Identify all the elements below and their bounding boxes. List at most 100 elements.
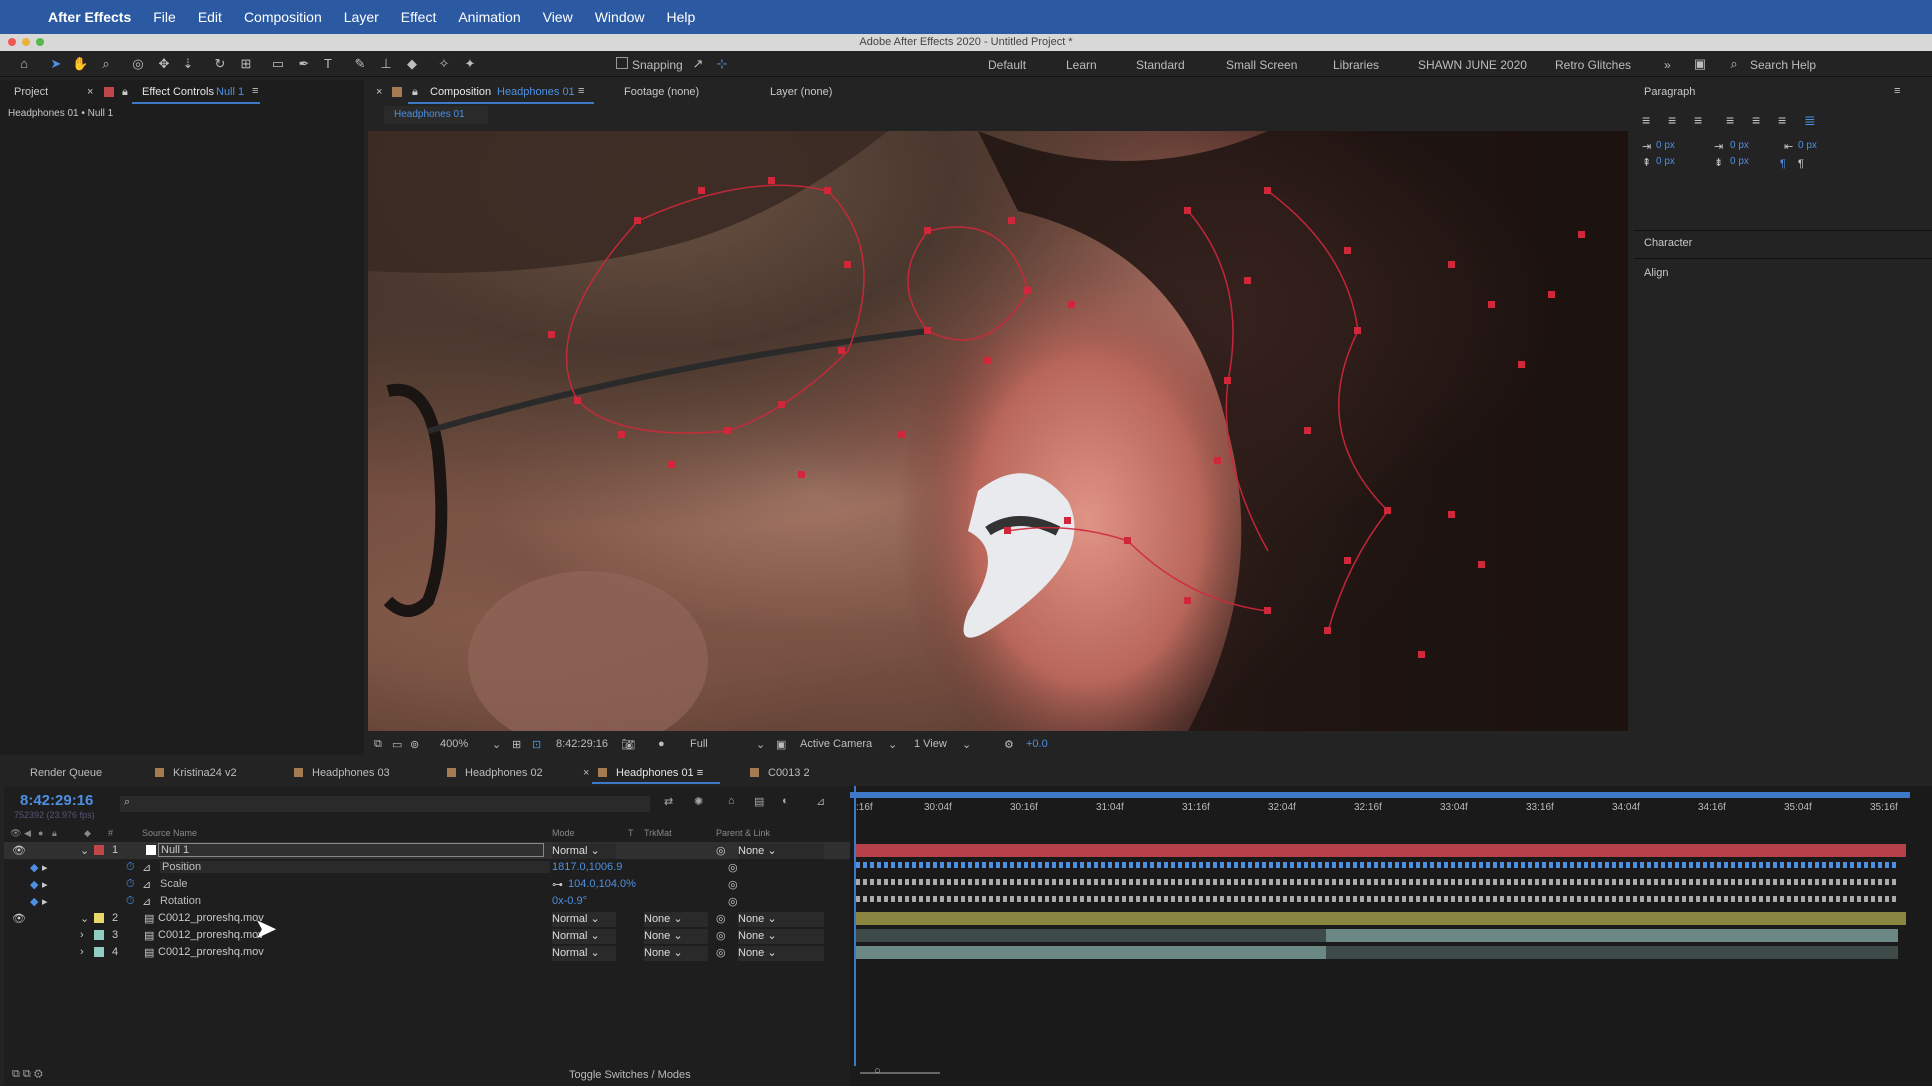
graph-icon[interactable]: ⊿ <box>142 861 151 874</box>
clone-tool-icon[interactable]: ⊥ <box>378 56 394 72</box>
layer-row-2[interactable]: 👁︎ ⌄ 2 ▤ C0012_proreshq.mov Normal ⌄ Non… <box>4 910 850 927</box>
expand-chevron-icon[interactable]: ⌄ <box>80 844 89 857</box>
tab-headphones-01[interactable]: Headphones 01 ≡ <box>598 767 703 779</box>
layer-row-3[interactable]: › 3 ▤ C0012_proreshq.mov Normal ⌄ None ⌄… <box>4 927 850 944</box>
menu-layer[interactable]: Layer <box>344 9 379 25</box>
views-dropdown[interactable]: 1 View <box>914 738 947 750</box>
trkmat-dropdown[interactable]: None ⌄ <box>644 946 708 961</box>
nav-icon[interactable]: ▸ <box>42 861 48 874</box>
roi-icon[interactable]: ▣ <box>776 738 786 751</box>
hand-tool-icon[interactable]: ✋ <box>72 56 88 72</box>
snapshot-icon[interactable]: 📷︎ <box>621 738 635 751</box>
views-chevron-icon[interactable]: ⌄ <box>962 738 971 751</box>
shy-icon[interactable]: ⌂ <box>728 795 735 807</box>
workspace-libraries[interactable]: Libraries <box>1333 58 1379 72</box>
timeline-tracks[interactable]: :16f 30:04f 30:16f 31:04f 31:16f 32:04f … <box>850 786 1932 1086</box>
indent-first-value[interactable]: 0 px <box>1730 140 1749 151</box>
minimize-icon[interactable] <box>22 38 30 46</box>
stopwatch-icon[interactable]: ⏱︎ <box>126 861 135 874</box>
layer-row-4[interactable]: › 4 ▤ C0012_proreshq.mov Normal ⌄ None ⌄… <box>4 944 850 961</box>
layer-bar-3b[interactable] <box>1326 929 1898 942</box>
zoom-slider[interactable] <box>860 1072 940 1074</box>
zoom-slider-handle-icon[interactable]: ○ <box>874 1065 881 1077</box>
mode-dropdown[interactable]: Normal ⌄ <box>552 929 616 944</box>
time-ruler[interactable]: :16f 30:04f 30:16f 31:04f 31:16f 32:04f … <box>850 798 1932 816</box>
graph-icon[interactable]: ⊿ <box>142 878 151 891</box>
layer-name[interactable]: C0012_proreshq.mov <box>158 929 264 941</box>
tab-render-queue[interactable]: Render Queue <box>30 767 102 779</box>
eraser-tool-icon[interactable]: ◆ <box>404 56 420 72</box>
pickwhip-icon[interactable]: ◎ <box>716 912 726 925</box>
stopwatch-icon[interactable]: ⏱︎ <box>126 878 135 891</box>
workspace-menu-icon[interactable]: ▣ <box>1692 56 1708 72</box>
anchor-tool-icon[interactable]: ⊞ <box>238 56 254 72</box>
tab-headphones-02[interactable]: Headphones 02 <box>447 767 543 779</box>
eye-icon[interactable]: 👁︎ <box>12 844 26 857</box>
color-icon[interactable]: ● <box>658 738 665 750</box>
exposure-value[interactable]: +0.0 <box>1026 738 1048 750</box>
frame-blend-icon[interactable]: ▤ <box>754 795 764 808</box>
pickwhip-icon[interactable]: ◎ <box>716 929 726 942</box>
maximize-icon[interactable] <box>36 38 44 46</box>
roto-tool-icon[interactable]: ✧ <box>436 56 452 72</box>
link-icon[interactable]: ⊶ <box>552 878 563 891</box>
menu-effect[interactable]: Effect <box>401 9 437 25</box>
ltr-icon[interactable]: ¶ <box>1780 158 1786 170</box>
motion-blur-icon[interactable]: ◐ <box>782 795 789 807</box>
layer-name[interactable]: C0012_proreshq.mov <box>158 946 264 958</box>
tab-effect-controls[interactable]: Effect Controls <box>142 86 214 98</box>
snapping-checkbox[interactable] <box>616 57 628 69</box>
tab-close-icon[interactable]: × <box>87 86 93 98</box>
align-right-icon[interactable]: ≡ <box>1694 112 1702 128</box>
close-icon[interactable] <box>8 38 16 46</box>
parent-dropdown[interactable]: None ⌄ <box>738 912 824 927</box>
type-tool-icon[interactable]: T <box>320 56 336 72</box>
keyframe-icon[interactable]: ◆ <box>30 895 38 908</box>
pen-tool-icon[interactable]: ✒ <box>296 56 312 72</box>
label-swatch[interactable] <box>94 930 104 940</box>
menu-view[interactable]: View <box>543 9 573 25</box>
comp-breadcrumb[interactable]: Headphones 01 <box>394 109 465 120</box>
header-source[interactable]: Source Name <box>142 828 197 838</box>
keyframes-scale[interactable] <box>856 879 1896 885</box>
label-swatch[interactable] <box>94 913 104 923</box>
rtl-icon[interactable]: ¶ <box>1798 158 1804 170</box>
orbit-tool-icon[interactable]: ◎ <box>130 56 146 72</box>
footer-icons[interactable]: ⧉ ⧉ ⚙ <box>12 1068 43 1081</box>
workspace-default[interactable]: Default <box>988 58 1026 72</box>
pickwhip-icon[interactable]: ◎ <box>728 878 738 891</box>
mode-dropdown[interactable]: Normal ⌄ <box>552 946 616 961</box>
keyframes-rotation[interactable] <box>856 896 1896 902</box>
menu-help[interactable]: Help <box>667 9 696 25</box>
timeline-timecode[interactable]: 8:42:29:16 <box>20 792 93 809</box>
graph-icon[interactable]: ⊿ <box>142 895 151 908</box>
composition-mini-flowchart-icon[interactable]: ⇄ <box>664 795 673 808</box>
tab-kristina[interactable]: Kristina24 v2 <box>155 767 237 779</box>
justify-all-icon[interactable]: ≣ <box>1804 112 1816 129</box>
resolution-chevron-icon[interactable]: ⌄ <box>756 738 765 751</box>
camera-dropdown[interactable]: Active Camera <box>800 738 872 750</box>
timeline-search-input[interactable] <box>120 796 650 812</box>
nav-icon[interactable]: ▸ <box>42 878 48 891</box>
snap-icon[interactable]: ↗ <box>690 56 706 72</box>
comp-menu-icon[interactable]: ≡ <box>578 85 584 97</box>
label-swatch[interactable] <box>94 947 104 957</box>
stopwatch-icon[interactable]: ⏱︎ <box>126 895 135 908</box>
more-workspaces-icon[interactable]: » <box>1664 58 1671 72</box>
viewer-timecode[interactable]: 8:42:29:16 <box>556 738 608 750</box>
menu-window[interactable]: Window <box>595 9 645 25</box>
pan-tool-icon[interactable]: ✥ <box>156 56 172 72</box>
tab-project[interactable]: Project <box>14 86 48 98</box>
workspace-shawn[interactable]: SHAWN JUNE 2020 <box>1418 58 1527 72</box>
mode-dropdown[interactable]: Normal ⌄ <box>552 912 616 927</box>
layer-bar-4b[interactable] <box>1326 946 1898 959</box>
home-icon[interactable]: ⌂ <box>16 56 32 72</box>
comp-lock-icon[interactable]: 🔒︎ <box>412 86 418 99</box>
parent-dropdown[interactable]: None ⌄ <box>738 946 824 961</box>
keyframe-icon[interactable]: ◆ <box>30 861 38 874</box>
tab-footage[interactable]: Footage (none) <box>624 86 699 98</box>
brush-tool-icon[interactable]: ✎ <box>352 56 368 72</box>
safe-zones-icon[interactable]: ⊞ <box>512 738 521 751</box>
menu-animation[interactable]: Animation <box>458 9 520 25</box>
layer-bar-4a[interactable] <box>856 946 1326 959</box>
